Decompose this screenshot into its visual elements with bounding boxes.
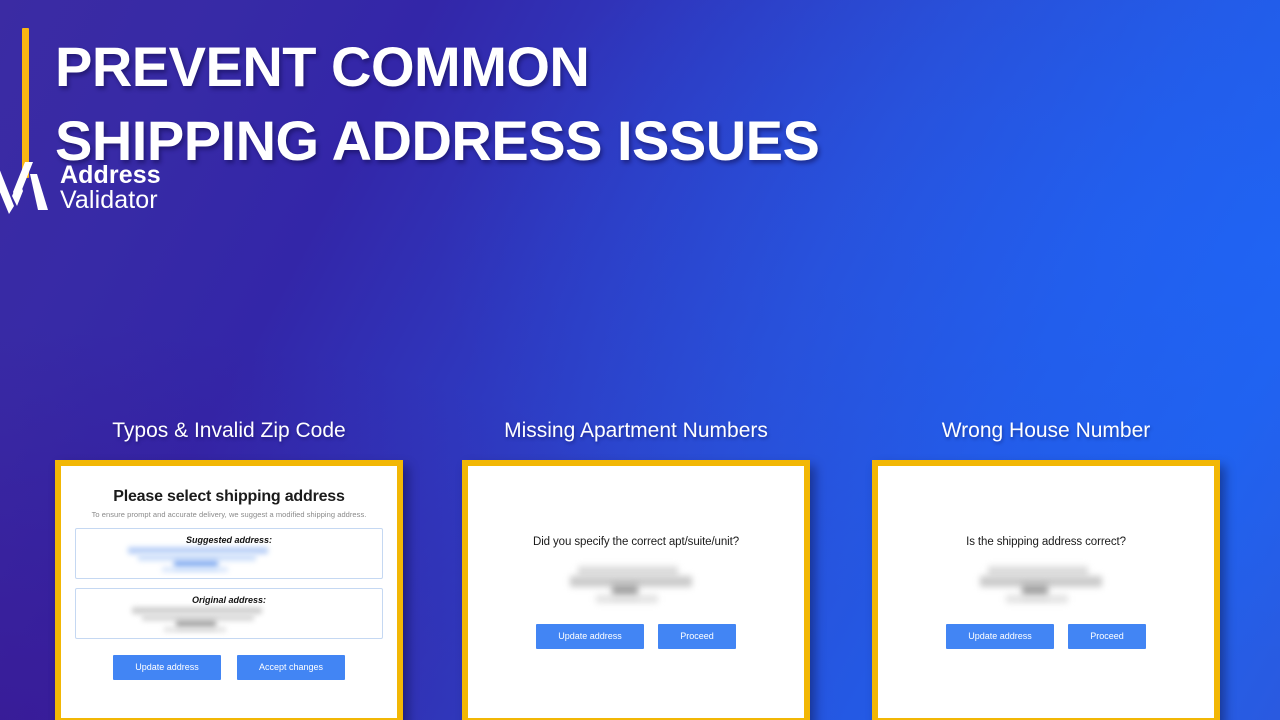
address-preview-2 <box>556 564 716 606</box>
original-address-value <box>76 607 382 633</box>
address-preview-3 <box>966 564 1126 606</box>
title-lines: PREVENT COMMON SHIPPING ADDRESS ISSUES <box>55 28 820 178</box>
title-accent-bar <box>22 28 29 178</box>
suggested-address-value <box>76 547 382 573</box>
dialog-actions-3: Update address Proceed <box>946 623 1146 649</box>
slide-canvas: PREVENT COMMON SHIPPING ADDRESS ISSUES A… <box>0 0 1280 720</box>
card-content-3: Is the shipping address correct? Update … <box>892 478 1200 706</box>
suggested-address-option[interactable]: Suggested address: <box>75 528 383 579</box>
card-content-1: Please select shipping address To ensure… <box>75 478 383 706</box>
original-address-label: Original address: <box>191 595 267 605</box>
brand-logo: Address Validator <box>0 162 1268 214</box>
suggested-address-label: Suggested address: <box>185 535 273 545</box>
brand-name-line-1: Address <box>60 161 161 189</box>
brand-name-line-2: Validator <box>60 186 158 214</box>
column-heading-3: Wrong House Number <box>941 419 1151 442</box>
dialog-title-3: Is the shipping address correct? <box>966 535 1126 548</box>
original-address-option[interactable]: Original address: <box>75 588 383 639</box>
update-address-button-1[interactable]: Update address <box>113 655 221 680</box>
dialog-actions-1: Update address Accept changes <box>75 655 383 680</box>
card-content-2: Did you specify the correct apt/suite/un… <box>482 478 790 706</box>
proceed-button-3[interactable]: Proceed <box>1068 623 1146 649</box>
screenshot-card-address-correct: Is the shipping address correct? Update … <box>872 460 1220 720</box>
accept-changes-button[interactable]: Accept changes <box>237 655 345 680</box>
update-address-button-2[interactable]: Update address <box>536 623 644 649</box>
screenshot-card-apt-suite-unit: Did you specify the correct apt/suite/un… <box>462 460 810 720</box>
column-missing-apartment-numbers: Missing Apartment Numbers Did you specif… <box>462 414 810 720</box>
dialog-title-1: Please select shipping address <box>113 488 345 505</box>
page-title: PREVENT COMMON SHIPPING ADDRESS ISSUES <box>22 28 1280 178</box>
dialog-title-2: Did you specify the correct apt/suite/un… <box>532 535 739 548</box>
proceed-button-2[interactable]: Proceed <box>658 623 736 649</box>
dialog-subtitle-1: To ensure prompt and accurate delivery, … <box>91 510 367 519</box>
av-monogram-icon <box>0 162 50 214</box>
dialog-actions-2: Update address Proceed <box>536 623 736 649</box>
column-heading-2: Missing Apartment Numbers <box>504 419 768 442</box>
screenshot-card-select-address: Please select shipping address To ensure… <box>55 460 403 720</box>
column-typos-invalid-zip: Typos & Invalid Zip Code Please select s… <box>55 414 403 720</box>
column-wrong-house-number: Wrong House Number Is the shipping addre… <box>872 414 1220 720</box>
title-line-1: PREVENT COMMON <box>55 35 590 98</box>
update-address-button-3[interactable]: Update address <box>946 623 1054 649</box>
brand-name: Address Validator <box>60 163 161 213</box>
column-heading-1: Typos & Invalid Zip Code <box>112 419 346 442</box>
